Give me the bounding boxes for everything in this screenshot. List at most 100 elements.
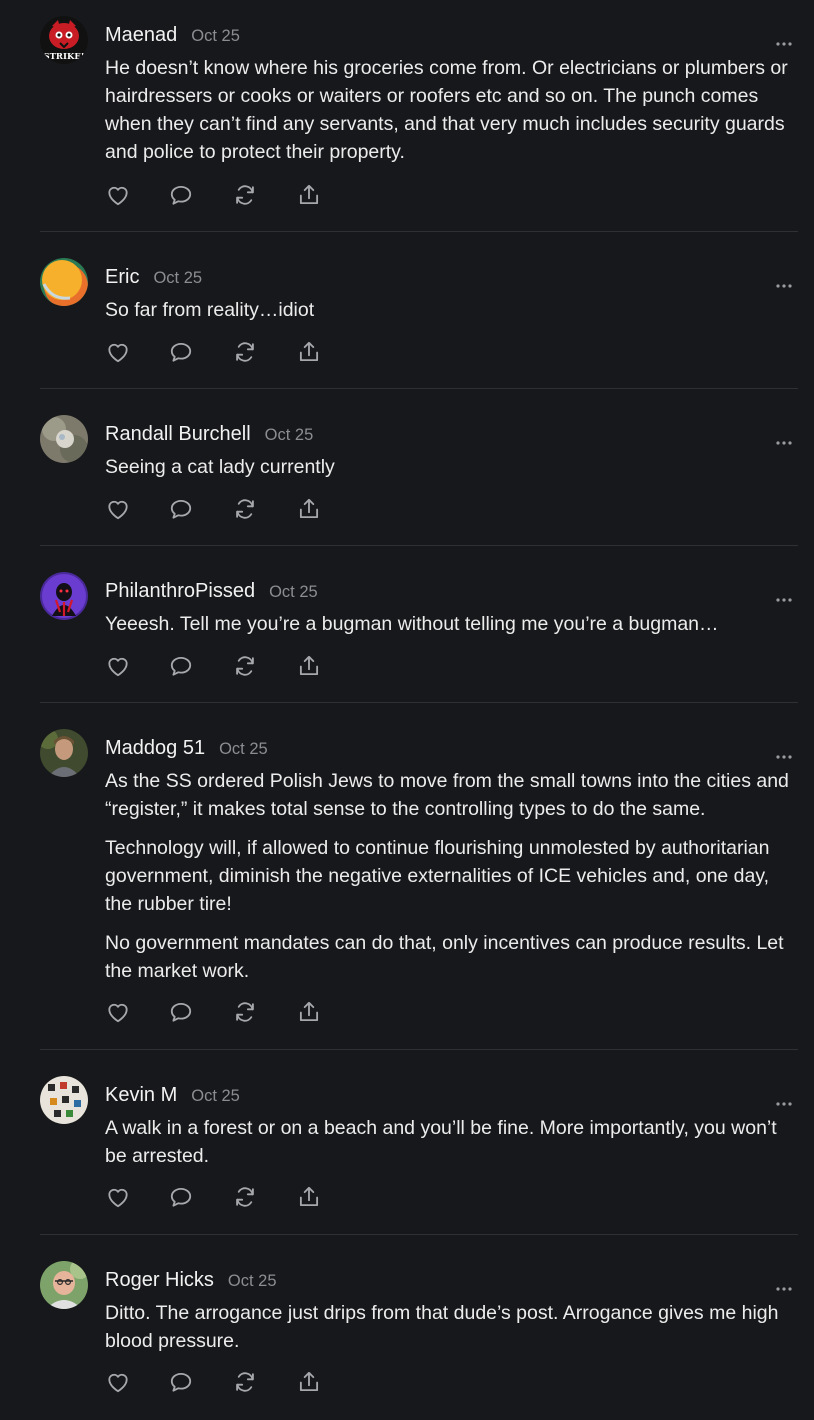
- comment: Kevin M Oct 25 A walk in a forest or on …: [40, 1076, 798, 1226]
- comment-text: Ditto. The arrogance just drips from tha…: [105, 1302, 779, 1352]
- comment: Roger Hicks Oct 25 Ditto. The arrogance …: [40, 1261, 798, 1411]
- comment-body: Ditto. The arrogance just drips from tha…: [105, 1299, 799, 1366]
- comment-date[interactable]: Oct 25: [265, 426, 314, 445]
- comment-date[interactable]: Oct 25: [153, 269, 202, 288]
- avatar[interactable]: [40, 258, 88, 306]
- comment-date[interactable]: Oct 25: [191, 27, 240, 46]
- heart-icon[interactable]: [105, 339, 131, 365]
- heart-icon[interactable]: [105, 999, 131, 1025]
- divider: [40, 545, 798, 546]
- author-name[interactable]: Maenad: [105, 24, 177, 47]
- share-icon[interactable]: [296, 1369, 322, 1395]
- reply-icon[interactable]: [168, 496, 194, 522]
- comment-date[interactable]: Oct 25: [191, 1087, 240, 1106]
- comment-actions: [105, 999, 345, 1025]
- comment-header: Roger Hicks Oct 25: [105, 1269, 277, 1297]
- ellipsis-icon[interactable]: [776, 276, 792, 288]
- reply-icon[interactable]: [168, 1184, 194, 1210]
- comment: STRIKE! Maenad Oct 25 He doesn’t know wh…: [40, 16, 798, 216]
- comment-actions: [105, 182, 345, 208]
- comment-body: Yeeesh. Tell me you’re a bugman without …: [105, 610, 799, 649]
- restack-icon[interactable]: [232, 999, 258, 1025]
- restack-icon[interactable]: [232, 1184, 258, 1210]
- comment-text: He doesn’t know where his groceries come…: [105, 57, 788, 163]
- comment-date[interactable]: Oct 25: [219, 740, 268, 759]
- avatar-text: STRIKE!: [43, 52, 84, 62]
- comment-body: He doesn’t know where his groceries come…: [105, 54, 799, 177]
- heart-icon[interactable]: [105, 1184, 131, 1210]
- comment: Eric Oct 25 So far from reality…idiot: [40, 258, 798, 378]
- share-icon[interactable]: [296, 496, 322, 522]
- author-name[interactable]: Eric: [105, 266, 139, 289]
- restack-icon[interactable]: [232, 1369, 258, 1395]
- author-name[interactable]: Maddog 51: [105, 737, 205, 760]
- reply-icon[interactable]: [168, 1369, 194, 1395]
- heart-icon[interactable]: [105, 182, 131, 208]
- heart-icon[interactable]: [105, 653, 131, 679]
- ellipsis-icon[interactable]: [776, 747, 792, 759]
- divider: [40, 1234, 798, 1235]
- comment-actions: [105, 496, 345, 522]
- comment-actions: [105, 339, 345, 365]
- reply-icon[interactable]: [168, 999, 194, 1025]
- avatar[interactable]: [40, 729, 88, 777]
- avatar[interactable]: STRIKE!: [40, 16, 88, 64]
- heart-icon[interactable]: [105, 496, 131, 522]
- share-icon[interactable]: [296, 653, 322, 679]
- comment-text: Technology will, if allowed to continue …: [105, 837, 770, 915]
- author-name[interactable]: Randall Burchell: [105, 423, 251, 446]
- reply-icon[interactable]: [168, 182, 194, 208]
- comment-body: A walk in a forest or on a beach and you…: [105, 1114, 799, 1181]
- divider: [40, 388, 798, 389]
- ellipsis-icon[interactable]: [776, 1279, 792, 1291]
- share-icon[interactable]: [296, 999, 322, 1025]
- comment-text: So far from reality…idiot: [105, 299, 315, 321]
- restack-icon[interactable]: [232, 182, 258, 208]
- comment-body: As the SS ordered Polish Jews to move fr…: [105, 767, 799, 996]
- comment-header: PhilanthroPissed Oct 25: [105, 580, 318, 608]
- ellipsis-icon[interactable]: [776, 590, 792, 602]
- restack-icon[interactable]: [232, 496, 258, 522]
- share-icon[interactable]: [296, 339, 322, 365]
- ellipsis-icon[interactable]: [776, 34, 792, 46]
- reply-icon[interactable]: [168, 339, 194, 365]
- comment-date[interactable]: Oct 25: [228, 1272, 277, 1291]
- comment: Randall Burchell Oct 25 Seeing a cat lad…: [40, 415, 798, 535]
- comment-actions: [105, 1369, 345, 1395]
- author-name[interactable]: Kevin M: [105, 1084, 177, 1107]
- comment-text: As the SS ordered Polish Jews to move fr…: [105, 770, 789, 820]
- divider: [40, 1049, 798, 1050]
- comment-body: Seeing a cat lady currently: [105, 453, 799, 492]
- ellipsis-icon[interactable]: [776, 1094, 792, 1106]
- avatar[interactable]: [40, 415, 88, 463]
- comment-text: Seeing a cat lady currently: [105, 456, 335, 478]
- comment-actions: [105, 1184, 345, 1210]
- avatar[interactable]: [40, 1261, 88, 1309]
- avatar[interactable]: [40, 572, 88, 620]
- comment-actions: [105, 653, 345, 679]
- comment-text: No government mandates can do that, only…: [105, 932, 784, 982]
- reply-icon[interactable]: [168, 653, 194, 679]
- comment-header: Kevin M Oct 25: [105, 1084, 240, 1112]
- comment-header: Eric Oct 25: [105, 266, 202, 294]
- divider: [40, 231, 798, 232]
- ellipsis-icon[interactable]: [776, 433, 792, 445]
- comment-date[interactable]: Oct 25: [269, 583, 318, 602]
- comment: Maddog 51 Oct 25 As the SS ordered Polis…: [40, 729, 798, 1039]
- author-name[interactable]: Roger Hicks: [105, 1269, 214, 1292]
- comment-header: Maenad Oct 25: [105, 24, 240, 52]
- author-name[interactable]: PhilanthroPissed: [105, 580, 255, 603]
- comment-header: Randall Burchell Oct 25: [105, 423, 313, 451]
- restack-icon[interactable]: [232, 653, 258, 679]
- share-icon[interactable]: [296, 182, 322, 208]
- comment: PhilanthroPissed Oct 25 Yeeesh. Tell me …: [40, 572, 798, 692]
- comment-text: A walk in a forest or on a beach and you…: [105, 1117, 777, 1167]
- share-icon[interactable]: [296, 1184, 322, 1210]
- divider: [40, 702, 798, 703]
- restack-icon[interactable]: [232, 339, 258, 365]
- comment-text: Yeeesh. Tell me you’re a bugman without …: [105, 613, 719, 635]
- avatar[interactable]: [40, 1076, 88, 1124]
- heart-icon[interactable]: [105, 1369, 131, 1395]
- comment-header: Maddog 51 Oct 25: [105, 737, 268, 765]
- comment-body: So far from reality…idiot: [105, 296, 799, 335]
